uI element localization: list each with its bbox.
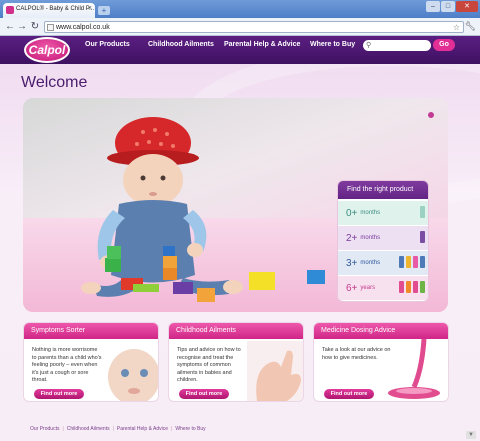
finder-unit: months: [360, 260, 381, 266]
wrench-icon[interactable]: 🔧︎: [465, 21, 476, 32]
page-icon: [47, 24, 54, 31]
browser-tab[interactable]: CALPOL® - Baby & Child P... ×: [3, 3, 95, 18]
close-window-button[interactable]: ✕: [456, 1, 478, 12]
forward-arrow-icon[interactable]: →: [16, 21, 28, 33]
toy-block: [197, 288, 215, 302]
finder-row-2-months[interactable]: 2+ months: [338, 226, 428, 250]
nav-our-products[interactable]: Our Products: [85, 41, 130, 48]
tab-bar: CALPOL® - Baby & Child P... × + – □ ✕: [0, 0, 480, 18]
promo-text: Tips and advice on how to recognise and …: [177, 347, 241, 383]
minimize-button[interactable]: –: [426, 1, 440, 12]
finder-age: 6+: [346, 282, 358, 294]
toy-block: [173, 282, 193, 294]
back-arrow-icon[interactable]: ←: [4, 21, 16, 33]
promo-title: Symptoms Sorter: [24, 323, 158, 339]
promo-text: Nothing is more worrisome to parents tha…: [32, 347, 102, 383]
footer-separator: |: [112, 426, 114, 432]
reload-icon[interactable]: ↻: [29, 21, 41, 33]
search-icon: ⚲: [366, 42, 372, 49]
new-tab-button[interactable]: +: [98, 6, 110, 15]
toy-block: [105, 258, 121, 272]
favicon-icon: [6, 6, 14, 14]
finder-row-6-years[interactable]: 6+ years: [338, 276, 428, 300]
toy-block: [163, 268, 177, 280]
finder-unit: years: [360, 285, 376, 291]
toy-block: [133, 284, 159, 292]
toy-block: [307, 270, 325, 284]
nav-parental-help[interactable]: Parental Help & Advice: [224, 41, 300, 48]
finder-row-3-months[interactable]: 3+ months: [338, 251, 428, 275]
promo-title: Childhood Ailments: [169, 323, 303, 339]
product-bottle-icon: [399, 256, 425, 268]
bookmark-star-icon[interactable]: ☆: [453, 22, 460, 33]
scroll-down-icon[interactable]: ▼: [466, 431, 476, 439]
footer-link-childhood-ailments[interactable]: Childhood Ailments: [67, 426, 110, 432]
footer-links: Our Products | Childhood Ailments | Parent…: [30, 426, 206, 432]
hero-banner: Find the right product 0+ months 2+ mont…: [23, 98, 448, 312]
address-bar[interactable]: www.calpol.co.uk ☆: [44, 21, 464, 33]
product-finder-panel: Find the right product 0+ months 2+ mont…: [337, 180, 429, 302]
find-out-more-button[interactable]: Find out more: [179, 389, 229, 399]
medicine-spoon-photo: [388, 339, 440, 399]
promo-title: Medicine Dosing Advice: [314, 323, 448, 339]
finder-age: 0+: [346, 207, 358, 219]
maximize-button[interactable]: □: [441, 1, 455, 12]
footer-link-where-to-buy[interactable]: Where to Buy: [175, 426, 205, 432]
page-title: Welcome: [21, 74, 88, 91]
footer-separator: |: [62, 426, 64, 432]
browser-toolbar: ← → ↻ www.calpol.co.uk ☆ 🔧︎: [0, 18, 480, 36]
toy-block: [163, 246, 175, 256]
find-out-more-button[interactable]: Find out more: [34, 389, 84, 399]
tab-close-icon[interactable]: ×: [88, 5, 92, 12]
finder-age: 3+: [346, 257, 358, 269]
child-hand-photo: [247, 341, 303, 401]
search-input[interactable]: ⚲: [363, 40, 431, 51]
footer-link-our-products[interactable]: Our Products: [30, 426, 59, 432]
address-text: www.calpol.co.uk: [56, 24, 110, 31]
product-bottle-icon: [399, 281, 425, 293]
promo-text: Take a look at our advice on how to give…: [322, 347, 391, 361]
nav-childhood-ailments[interactable]: Childhood Ailments: [148, 41, 214, 48]
nav-where-to-buy[interactable]: Where to Buy: [310, 41, 355, 48]
promo-symptoms-sorter: Symptoms Sorter Nothing is more worrisom…: [23, 322, 159, 402]
toy-block: [107, 246, 121, 259]
find-out-more-button[interactable]: Find out more: [324, 389, 374, 399]
product-bottle-icon: [420, 231, 425, 243]
baby-face-photo: [108, 349, 158, 401]
browser-window: CALPOL® - Baby & Child P... × + – □ ✕ ← …: [0, 0, 480, 441]
footer-separator: |: [171, 426, 173, 432]
finder-age: 2+: [346, 232, 358, 244]
tab-title: CALPOL® - Baby & Child P...: [16, 6, 95, 12]
finder-row-0-months[interactable]: 0+ months: [338, 201, 428, 225]
product-finder-title: Find the right product: [338, 181, 428, 199]
promo-childhood-ailments: Childhood Ailments Tips and advice on ho…: [168, 322, 304, 402]
finder-unit: months: [360, 210, 381, 216]
toy-block: [249, 272, 275, 290]
window-controls: – □ ✕: [426, 1, 478, 12]
site-top-nav: Calpol Our Products Childhood Ailments P…: [0, 36, 480, 64]
go-button[interactable]: Go: [433, 39, 455, 51]
finder-unit: months: [360, 235, 381, 241]
footer-link-parental-help[interactable]: Parental Help & Advice: [117, 426, 168, 432]
calpol-logo[interactable]: Calpol: [24, 37, 70, 63]
product-bottle-icon: [420, 206, 425, 218]
promo-medicine-dosing: Medicine Dosing Advice Take a look at ou…: [313, 322, 449, 402]
web-page: Calpol Our Products Childhood Ailments P…: [0, 36, 480, 441]
toy-block: [163, 256, 177, 268]
carousel-dot[interactable]: [428, 112, 434, 118]
